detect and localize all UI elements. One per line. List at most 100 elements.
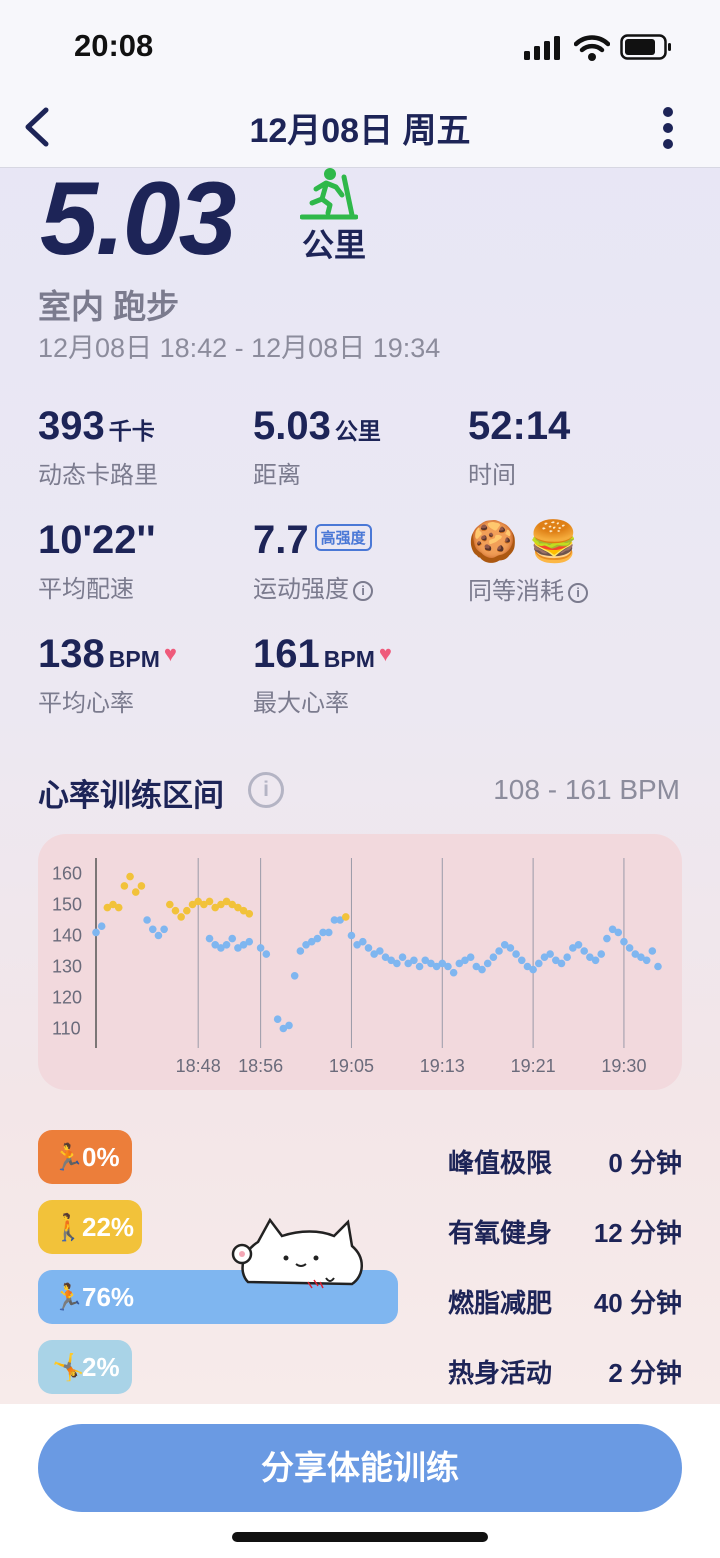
y-tick-label: 130 — [52, 957, 82, 977]
heart-rate-point — [262, 950, 271, 958]
heart-rate-point — [483, 959, 492, 968]
heart-rate-point — [359, 937, 367, 946]
heart-rate-point — [591, 956, 600, 965]
heart-rate-point — [563, 953, 571, 961]
stretch-icon: 🤸 — [52, 1352, 85, 1382]
hr-zones-info-icon[interactable]: i — [248, 772, 284, 808]
zone-minutes: 0 分钟 — [608, 1148, 682, 1178]
avg-hr-label: 平均心率 — [38, 690, 134, 717]
heart-rate-point — [131, 888, 140, 896]
max-hr-label: 最大心率 — [253, 690, 349, 717]
heart-rate-point — [341, 913, 350, 921]
duration-label: 时间 — [468, 462, 516, 489]
heart-rate-point — [245, 937, 254, 946]
heart-rate-point — [625, 944, 634, 952]
heart-rate-point — [546, 950, 554, 958]
x-tick-label: 18:56 — [238, 1056, 283, 1076]
zone-percent: 22% — [82, 1212, 135, 1242]
heart-rate-point — [160, 925, 168, 934]
heart-rate-point — [478, 965, 486, 974]
cellular-signal-icon — [524, 36, 560, 60]
status-bar: 20:08 — [0, 0, 720, 90]
max-hr-value: 161 — [253, 632, 320, 676]
heart-rate-point — [393, 959, 401, 968]
zone-minutes: 2 分钟 — [608, 1358, 682, 1388]
heart-rate-point — [410, 956, 418, 965]
duration-value: 52:14 — [468, 404, 571, 448]
heart-rate-point — [603, 934, 611, 943]
sprint-icon: 🏃 — [52, 1142, 85, 1172]
distance-stat-unit: 公里 — [334, 418, 381, 444]
heart-rate-point — [495, 947, 503, 955]
distance-value: 5.03 — [253, 404, 331, 448]
y-tick-label: 120 — [52, 988, 82, 1008]
stat-calories: 393 千卡 动态卡路里 — [38, 404, 158, 490]
heart-rate-point — [114, 903, 123, 912]
hr-range: 108 - 161 BPM — [493, 774, 680, 805]
distance-label: 距离 — [253, 462, 301, 489]
heart-rate-point — [512, 950, 520, 958]
y-tick-label: 160 — [52, 864, 82, 884]
heart-rate-point — [92, 928, 100, 937]
workout-type: 室内 跑步 — [38, 288, 180, 325]
heart-rate-point — [324, 928, 333, 937]
zone-name: 燃脂减肥 — [448, 1288, 553, 1318]
run-icon: 🏃 — [52, 1282, 85, 1312]
intensity-tag: 高强度 — [314, 524, 372, 551]
heart-rate-point — [444, 962, 452, 971]
heart-rate-point — [177, 913, 185, 921]
heart-rate-point — [256, 944, 265, 952]
x-tick-label: 18:48 — [176, 1056, 221, 1076]
zone-minutes: 12 分钟 — [593, 1218, 682, 1248]
heart-rate-point — [183, 906, 191, 915]
calories-label: 动态卡路里 — [38, 462, 158, 489]
avg-hr-unit: BPM — [108, 646, 160, 672]
heart-rate-point — [614, 928, 623, 937]
wifi-icon — [574, 35, 610, 61]
workout-time-range: 12月08日 18:42 - 12月08日 19:34 — [38, 333, 441, 363]
total-distance: 5.03 — [40, 161, 236, 277]
avg-hr-value: 138 — [38, 632, 105, 676]
heart-rate-point — [557, 959, 566, 968]
y-tick-label: 150 — [52, 895, 82, 915]
zone-bar-aerobic: 🚶22% — [38, 1200, 142, 1254]
y-tick-label: 140 — [52, 926, 82, 946]
heart-rate-point — [466, 953, 475, 961]
x-tick-label: 19:30 — [601, 1056, 646, 1076]
zone-percent: 76% — [82, 1282, 135, 1312]
heart-rate-point — [290, 972, 299, 980]
x-tick-label: 19:05 — [329, 1056, 374, 1076]
heart-rate-point — [529, 965, 537, 974]
zone-percent: 0% — [82, 1142, 120, 1172]
heart-rate-point — [137, 882, 146, 890]
calories-value: 393 — [38, 404, 105, 448]
stat-pace: 10'22'' 平均配速 — [38, 518, 156, 604]
distance-unit: 公里 — [302, 227, 367, 263]
heart-rate-point — [222, 941, 231, 949]
heart-rate-point — [171, 906, 180, 915]
heart-rate-point — [642, 956, 651, 965]
intensity-value: 7.7 — [253, 518, 309, 562]
heart-rate-point — [97, 922, 106, 930]
heart-rate-point — [534, 959, 543, 968]
zone-percent: 2% — [82, 1352, 120, 1382]
more-options-icon[interactable] — [655, 104, 681, 154]
heart-rate-point — [648, 947, 657, 955]
status-time: 20:08 — [74, 28, 154, 63]
zone-minutes: 40 分钟 — [593, 1288, 682, 1318]
stat-equivalent: 🍪 🍔 同等消耗 i — [468, 518, 588, 606]
share-workout-button[interactable]: 分享体能训练 — [38, 1424, 682, 1512]
info-icon[interactable]: i — [353, 581, 373, 601]
heart-rate-point — [148, 925, 157, 934]
heart-rate-point — [313, 934, 322, 943]
cat-sticker-icon — [231, 1217, 363, 1289]
heart-rate-point — [489, 953, 498, 961]
info-icon[interactable]: i — [568, 583, 588, 603]
heart-rate-point — [205, 934, 214, 943]
heart-rate-point — [273, 1015, 282, 1023]
heart-rate-point — [376, 947, 384, 955]
heart-rate-point — [597, 950, 606, 958]
heart-rate-point — [398, 953, 407, 961]
x-tick-label: 19:13 — [420, 1056, 465, 1076]
heart-rate-point — [143, 916, 151, 924]
